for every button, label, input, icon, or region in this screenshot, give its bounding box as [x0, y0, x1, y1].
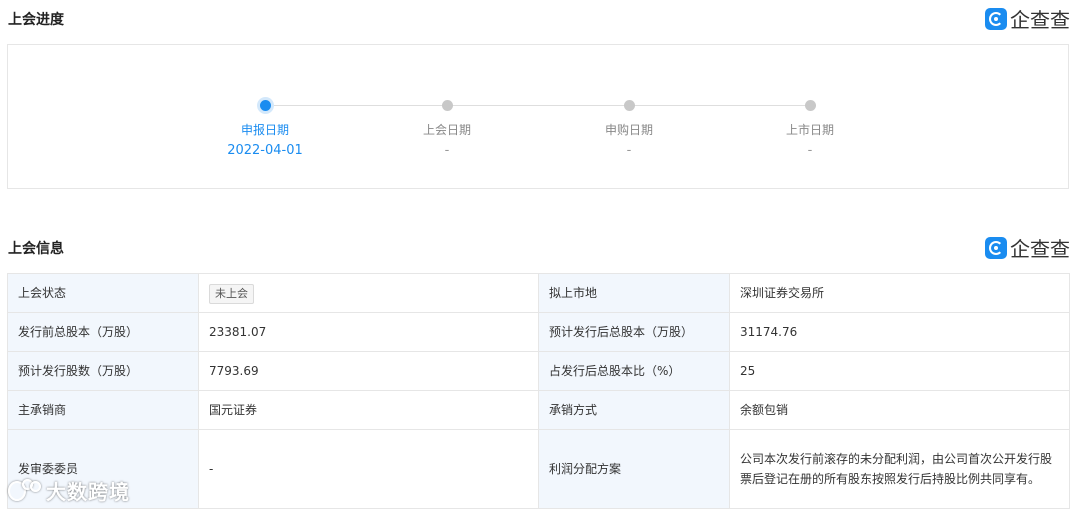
field-label: 占发行后总股本比（%）: [538, 351, 730, 391]
qichacha-logo[interactable]: 企查查: [985, 4, 1070, 33]
table-row: 发行前总股本（万股） 23381.07 预计发行后总股本（万股） 31174.7…: [7, 312, 1070, 352]
field-value: 31174.76: [729, 312, 1070, 352]
step-label: 申报日期: [240, 123, 289, 137]
step-value: -: [444, 143, 450, 158]
step-label: 申购日期: [604, 123, 653, 137]
field-label: 上会状态: [7, 273, 199, 313]
step-dot-active: [259, 100, 271, 111]
qichacha-logo-text: 企查查: [1010, 237, 1070, 261]
step-declare-date: 申报日期 2022-04-01: [185, 100, 345, 158]
field-label: 预计发行股数（万股）: [7, 351, 199, 391]
watermark-text: 大数跨境: [46, 480, 130, 504]
progress-timeline: 申报日期 2022-04-01 上会日期 - 申购日期 - 上市日期 -: [7, 44, 1069, 189]
table-row: 主承销商 国元证券 承销方式 余额包销: [7, 390, 1070, 430]
step-listing-date: 上市日期 -: [730, 100, 890, 158]
qichacha-logo[interactable]: 企查查: [985, 233, 1070, 262]
field-label: 利润分配方案: [538, 429, 730, 509]
listing-info-table: 上会状态 未上会 拟上市地 深圳证券交易所 发行前总股本（万股） 23381.0…: [7, 273, 1070, 509]
watermark-logo-icon: [8, 478, 42, 503]
field-label: 承销方式: [538, 390, 730, 430]
field-label: 拟上市地: [538, 273, 730, 313]
field-value: 7793.69: [198, 351, 539, 391]
step-value: 2022-04-01: [227, 143, 303, 158]
field-value: 23381.07: [198, 312, 539, 352]
step-dot: [623, 100, 635, 111]
field-value: 公司本次发行前滚存的未分配利润，由公司首次公开发行股票后登记在册的所有股东按照发…: [729, 429, 1070, 509]
step-dot: [804, 100, 816, 111]
field-value: 25: [729, 351, 1070, 391]
table-row: 发审委委员 - 利润分配方案 公司本次发行前滚存的未分配利润，由公司首次公开发行…: [7, 429, 1070, 509]
field-value: 余额包销: [729, 390, 1070, 430]
status-badge: 未上会: [209, 283, 254, 304]
step-label: 上市日期: [785, 123, 834, 137]
qichacha-logo-icon: [985, 7, 1007, 30]
field-value: -: [198, 429, 539, 509]
qichacha-logo-icon: [985, 236, 1007, 259]
table-row: 上会状态 未上会 拟上市地 深圳证券交易所: [7, 273, 1070, 313]
field-value: 未上会: [198, 273, 539, 313]
field-label: 预计发行后总股本（万股）: [538, 312, 730, 352]
step-subscription-date: 申购日期 -: [549, 100, 709, 158]
table-row: 预计发行股数（万股） 7793.69 占发行后总股本比（%） 25: [7, 351, 1070, 391]
info-section-title: 上会信息: [8, 241, 64, 257]
watermark: 大数跨境: [8, 476, 130, 505]
step-meeting-date: 上会日期 -: [367, 100, 527, 158]
step-dot: [441, 100, 453, 111]
field-label: 主承销商: [7, 390, 199, 430]
field-value: 国元证券: [198, 390, 539, 430]
field-label: 发行前总股本（万股）: [7, 312, 199, 352]
progress-section-title: 上会进度: [8, 12, 64, 28]
step-label: 上会日期: [422, 123, 471, 137]
field-value: 深圳证券交易所: [729, 273, 1070, 313]
step-value: -: [807, 143, 813, 158]
qichacha-logo-text: 企查查: [1010, 8, 1070, 32]
step-value: -: [626, 143, 632, 158]
